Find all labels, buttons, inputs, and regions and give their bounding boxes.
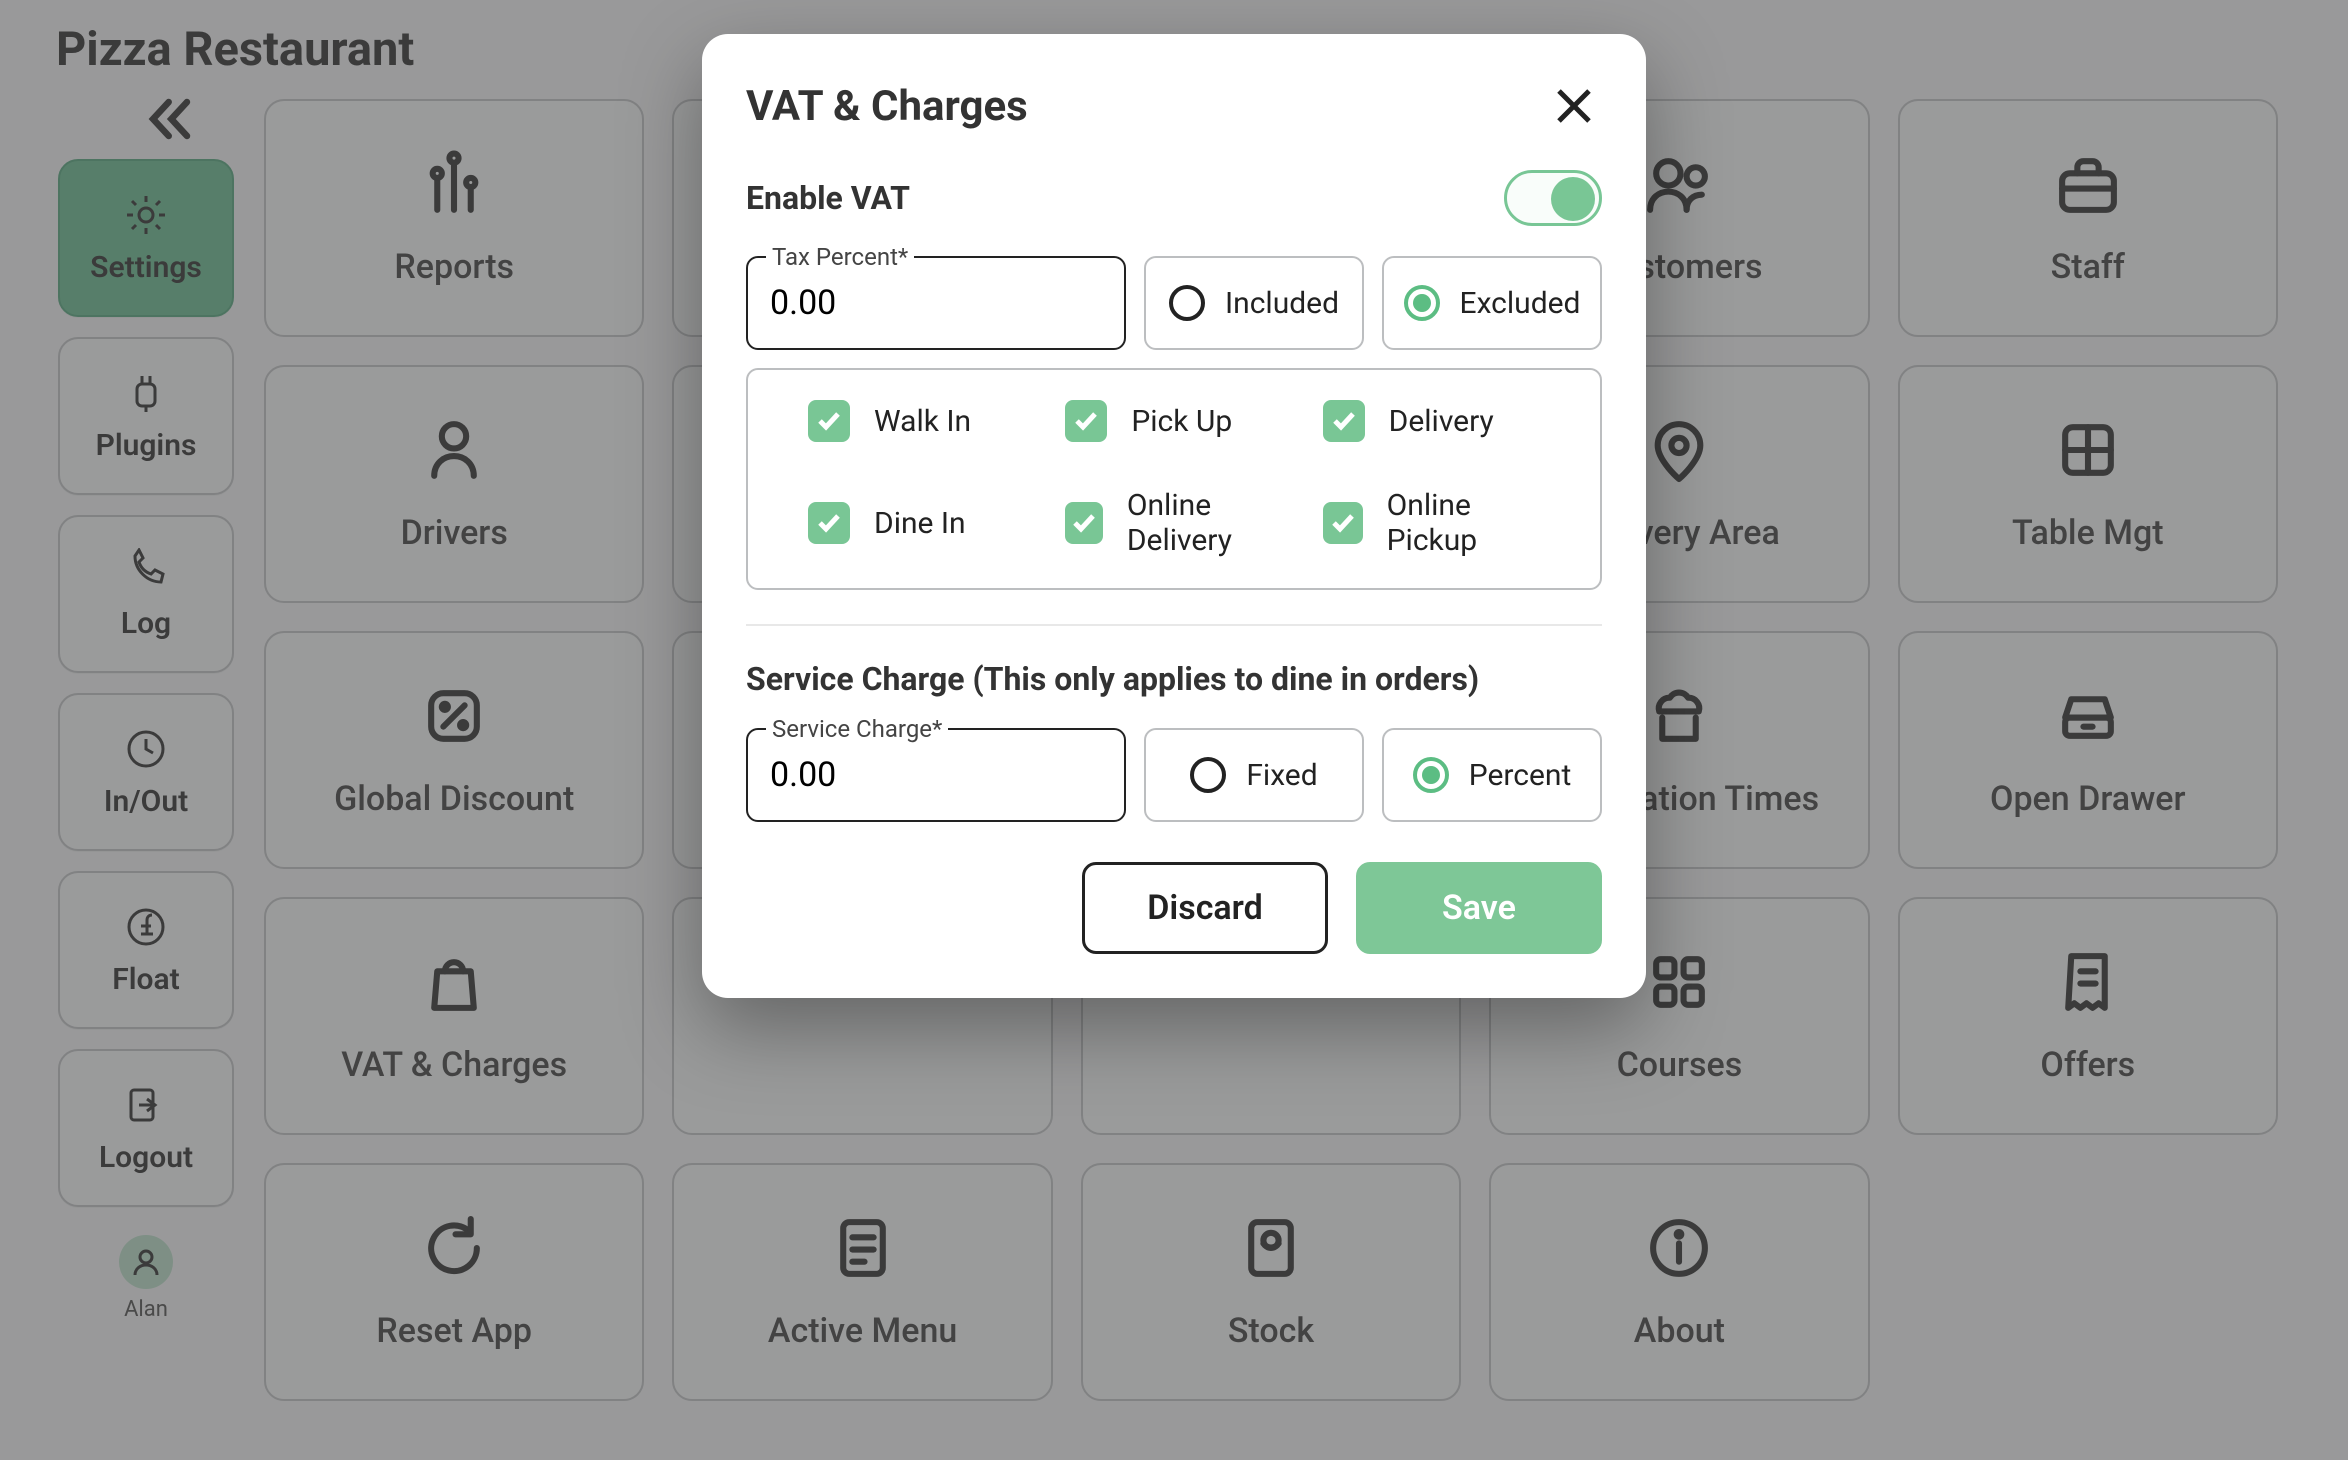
check-label: Dine In — [874, 506, 966, 541]
tax-included-radio[interactable]: Included — [1144, 256, 1364, 350]
check-label: Walk In — [874, 404, 971, 439]
checkbox-icon — [1065, 502, 1103, 544]
service-percent-label: Percent — [1469, 758, 1572, 793]
check-dine-in[interactable]: Dine In — [808, 488, 1045, 558]
service-charge-heading: Service Charge (This only applies to din… — [746, 660, 1602, 698]
checkbox-icon — [1323, 502, 1363, 544]
service-charge-input[interactable] — [770, 755, 1102, 795]
radio-icon — [1169, 285, 1205, 321]
service-charge-label: Service Charge* — [766, 715, 948, 743]
checkbox-icon — [1065, 400, 1107, 442]
enable-vat-toggle[interactable] — [1504, 170, 1602, 226]
modal-title: VAT & Charges — [746, 82, 1028, 131]
tax-percent-input[interactable] — [770, 283, 1102, 323]
check-online-delivery[interactable]: Online Delivery — [1065, 488, 1302, 558]
radio-icon — [1404, 285, 1440, 321]
check-label: Pick Up — [1131, 404, 1232, 439]
check-pick-up[interactable]: Pick Up — [1065, 400, 1302, 442]
service-fixed-radio[interactable]: Fixed — [1144, 728, 1364, 822]
vat-charges-modal: VAT & Charges Enable VAT Tax Percent* In… — [702, 34, 1646, 998]
service-charge-field[interactable]: Service Charge* — [746, 728, 1126, 822]
check-delivery[interactable]: Delivery — [1323, 400, 1560, 442]
save-button[interactable]: Save — [1356, 862, 1602, 954]
tax-percent-label: Tax Percent* — [766, 243, 914, 271]
tax-percent-field[interactable]: Tax Percent* — [746, 256, 1126, 350]
toggle-knob — [1551, 177, 1595, 221]
radio-icon — [1190, 757, 1226, 793]
divider — [746, 624, 1602, 626]
service-percent-radio[interactable]: Percent — [1382, 728, 1602, 822]
checkbox-icon — [1323, 400, 1365, 442]
check-label: Online Delivery — [1127, 488, 1303, 558]
checkbox-icon — [808, 400, 850, 442]
close-button[interactable] — [1546, 78, 1602, 134]
check-label: Online Pickup — [1387, 488, 1560, 558]
close-icon — [1554, 86, 1594, 126]
checkbox-icon — [808, 502, 850, 544]
check-label: Delivery — [1389, 404, 1494, 439]
enable-vat-label: Enable VAT — [746, 179, 910, 217]
service-fixed-label: Fixed — [1246, 758, 1317, 793]
check-online-pickup[interactable]: Online Pickup — [1323, 488, 1560, 558]
check-walk-in[interactable]: Walk In — [808, 400, 1045, 442]
order-type-checks: Walk In Pick Up Delivery Dine In Online … — [746, 368, 1602, 590]
tax-included-label: Included — [1225, 286, 1339, 321]
tax-excluded-radio[interactable]: Excluded — [1382, 256, 1602, 350]
discard-button[interactable]: Discard — [1082, 862, 1328, 954]
tax-excluded-label: Excluded — [1460, 286, 1581, 321]
radio-icon — [1413, 757, 1449, 793]
